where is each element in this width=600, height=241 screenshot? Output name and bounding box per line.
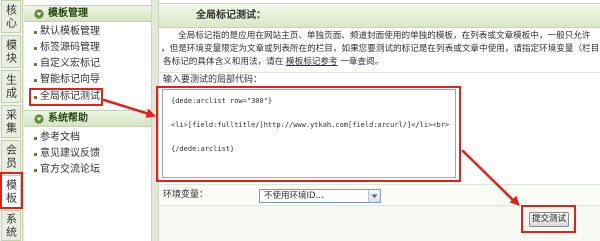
tab-modules[interactable]: 模块 [1,35,21,68]
tab-label: 会员 [4,143,18,170]
sidebar-item-global-tag-test[interactable]: 全局标记测试 [24,89,151,105]
description-text: 一章查阅。 [337,57,384,67]
tab-core[interactable]: 核心 [1,0,21,33]
sidebar-item-tag-source[interactable]: 标签源码管理 [24,40,151,56]
sidebar-item-label: 智能标记向导 [40,74,100,85]
bullet-icon [34,47,37,50]
sidebar-item-label: 全局标记测试 [40,91,100,102]
sidebar-item-default-templates[interactable]: 默认模板管理 [24,24,151,40]
submit-test-button[interactable]: 提交测试 [529,212,569,227]
sidebar-item-label: 官方交流论坛 [40,164,100,175]
section-header-system-help[interactable]: 系统帮助 [24,110,151,127]
description-text: 各标记的具体含义和用法，请在 [163,57,287,67]
env-variable-label: 环境变量： [163,190,209,200]
sidebar-item-label: 参考文档 [40,132,80,143]
tab-label: 核心 [4,3,18,30]
sidebar-item-reference-docs[interactable]: 参考文档 [24,130,151,146]
tag-reference-link[interactable]: 模板标记参考 [286,57,338,67]
bullet-icon [34,31,37,34]
collapse-arrow-icon [34,9,44,19]
tab-templates[interactable]: 模板 [1,175,21,208]
sidebar-item-label: 默认模板管理 [40,26,100,37]
module-tab-bar: 核心 模块 生成 采集 会员 模板 系统 [0,0,23,241]
page-title: 全局标记测试： [196,10,266,21]
tab-generate[interactable]: 生成 [1,70,21,103]
sidebar-item-feedback[interactable]: 意见建议反馈 [24,146,151,162]
code-input-label: 输入要测试的局部代码： [163,75,263,85]
tab-label: 生成 [4,73,18,100]
main-panel: 全局标记测试： 全局标记指的是应用在网站主页、单独页面、频道封面使用的单独的模板… [158,0,600,241]
code-label-row: 输入要测试的局部代码： [159,72,600,88]
bullet-icon [34,137,37,140]
section-title: 系统帮助 [48,113,88,124]
code-input-textarea[interactable]: {dede:arclist row="300"} <li>[field:full… [162,89,456,178]
bullet-icon [34,153,37,156]
tab-system[interactable]: 系统 [1,210,21,241]
sidebar-item-custom-macro[interactable]: 自定义宏标记 [24,56,151,72]
bullet-icon [34,63,37,66]
description-line: ，但是环境变量限定为文章或列表所在的栏目，如果您要测试的标记是在列表或文章中使用… [161,44,600,54]
description-line: 全局标记指的是应用在网站主页、单独页面、频道封面使用的单独的模板，在列表或文章模… [178,31,591,41]
select-value: 不使用环境ID... [264,191,324,201]
tab-collect[interactable]: 采集 [1,105,21,138]
section-header-template-management[interactable]: 模板管理 [24,5,151,22]
sidebar-item-label: 标签源码管理 [40,42,100,53]
bullet-icon [34,79,37,82]
env-variable-select[interactable]: 不使用环境ID... [259,189,381,203]
description-line: 各标记的具体含义和用法，请在 模板标记参考 一章查阅。 [163,56,600,68]
sidebar-item-tag-wizard[interactable]: 智能标记向导 [24,72,151,88]
collapse-arrow-icon [34,114,44,124]
panel-title-bar: 全局标记测试： [159,3,600,28]
tab-label: 采集 [4,108,18,135]
sidebar-item-label: 意见建议反馈 [40,148,100,159]
sidebar-menu: 模板管理 默认模板管理 标签源码管理 自定义宏标记 智能标记向导 全局标记测试 … [24,0,152,241]
tab-label: 模板 [4,178,18,205]
section-title: 模板管理 [48,8,88,19]
bullet-icon [34,96,37,99]
tab-label: 系统 [4,212,18,239]
sidebar-item-label: 自定义宏标记 [40,58,100,69]
bullet-icon [34,169,37,172]
dropdown-arrow-icon[interactable] [368,190,380,202]
sidebar-item-official-forum[interactable]: 官方交流论坛 [24,162,151,178]
tab-label: 模块 [4,38,18,65]
tab-members[interactable]: 会员 [1,140,21,173]
